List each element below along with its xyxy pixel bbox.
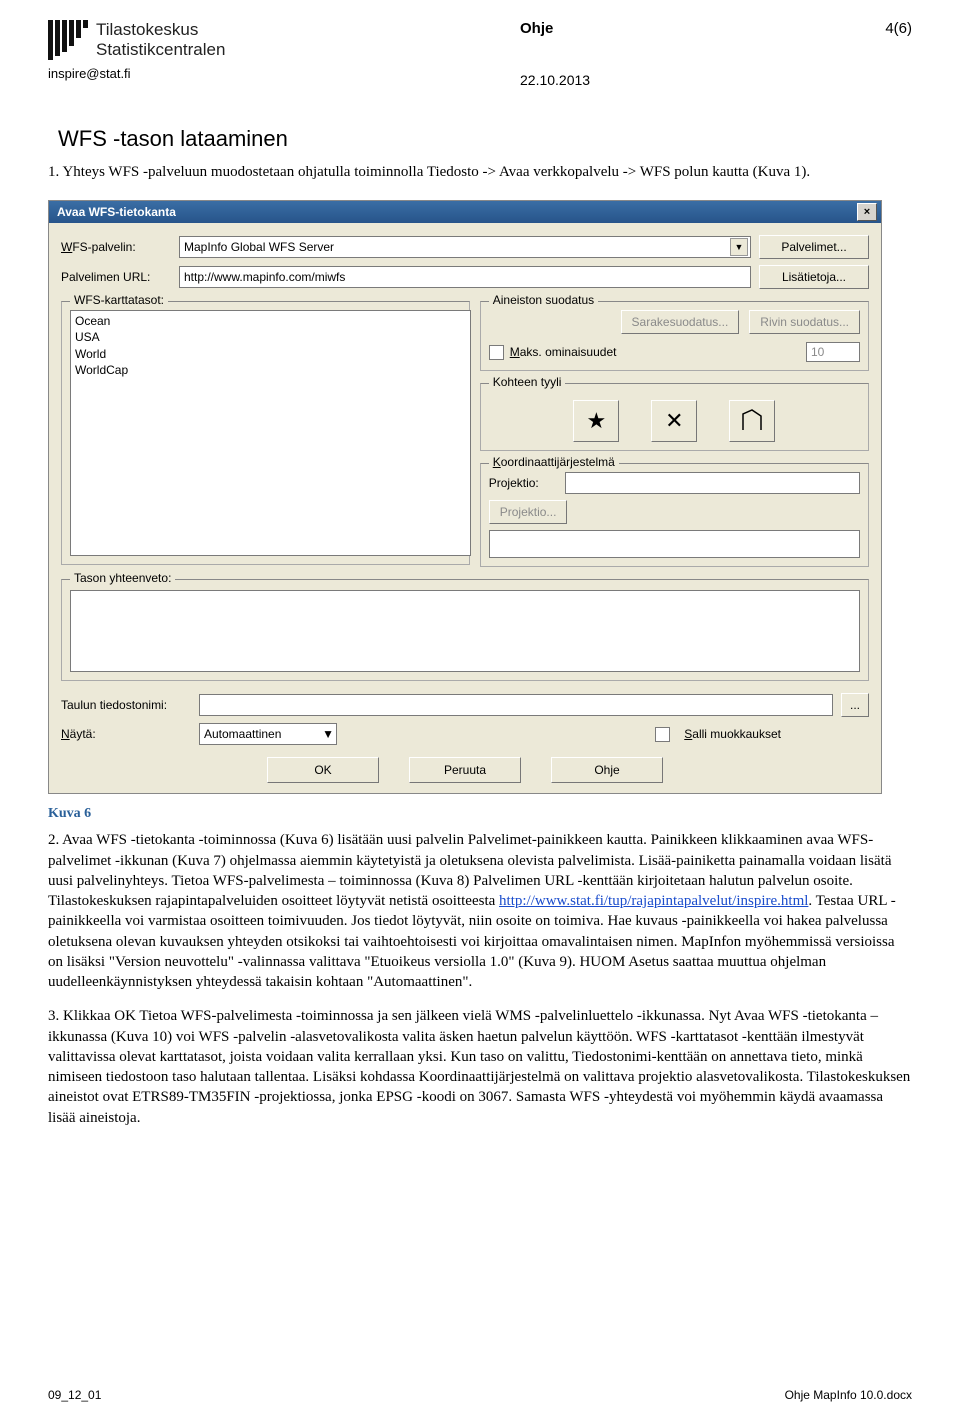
list-item[interactable]: Ocean	[75, 313, 466, 329]
filter-legend: Aineiston suodatus	[489, 293, 598, 307]
server-combo[interactable]: MapInfo Global WFS Server ▼	[179, 236, 751, 258]
polygon-icon	[739, 408, 765, 434]
projection-readonly	[489, 530, 860, 558]
close-icon[interactable]: ×	[857, 203, 877, 221]
chevron-down-icon[interactable]: ▼	[322, 727, 334, 741]
wfs-dialog: Avaa WFS-tietokanta × WFS-palvelin: MapI…	[48, 200, 882, 794]
row-filter-button[interactable]: Rivin suodatus...	[749, 310, 860, 334]
style-legend: Kohteen tyyli	[489, 375, 566, 389]
label-table-file: Taulun tiedostonimi:	[61, 698, 191, 712]
list-item[interactable]: USA	[75, 329, 466, 345]
label-allow-edits: Salli muokkaukset	[684, 727, 781, 741]
label-url: Palvelimen URL:	[61, 270, 171, 284]
more-info-button[interactable]: Lisätietoja...	[759, 265, 869, 289]
coord-fieldset: Koordinaattijärjestelmä Projektio: Proje…	[480, 463, 869, 567]
logo: Tilastokeskus Statistikcentralen	[48, 20, 225, 60]
coord-legend: Koordinaattijärjestelmä	[489, 455, 619, 469]
layers-legend: WFS-karttatasot:	[70, 293, 168, 307]
line-style-button[interactable]: ✕	[651, 400, 697, 442]
paragraph-2: 2. Avaa WFS -tietokanta -toiminnossa (Ku…	[48, 830, 912, 992]
figure-caption: Kuva 6	[48, 806, 912, 822]
footer-right: Ohje MapInfo 10.0.docx	[785, 1388, 912, 1402]
layers-fieldset: WFS-karttatasot: Ocean USA World WorldCa…	[61, 301, 470, 565]
style-fieldset: Kohteen tyyli ★ ✕	[480, 383, 869, 451]
contact-email: inspire@stat.fi	[48, 66, 912, 81]
inspire-link[interactable]: http://www.stat.fi/tup/rajapintapalvelut…	[499, 893, 808, 909]
column-filter-button[interactable]: Sarakesuodatus...	[621, 310, 740, 334]
paragraph-1: 1. Yhteys WFS -palveluun muodostetaan oh…	[48, 162, 912, 182]
list-item[interactable]: World	[75, 346, 466, 362]
logo-bars-icon	[48, 20, 88, 60]
logo-text-1: Tilastokeskus	[96, 20, 225, 40]
url-value: http://www.mapinfo.com/miwfs	[184, 270, 345, 284]
summary-area	[70, 590, 860, 672]
dialog-title: Avaa WFS-tietokanta	[57, 205, 857, 219]
chevron-down-icon[interactable]: ▼	[730, 238, 748, 256]
projection-field[interactable]	[565, 472, 860, 494]
label-max-props: Maks. ominaisuudet	[510, 345, 617, 359]
footer-left: 09_12_01	[48, 1388, 101, 1402]
label-server: WFS-palvelin:	[61, 240, 171, 254]
url-field[interactable]: http://www.mapinfo.com/miwfs	[179, 266, 751, 288]
cancel-button[interactable]: Peruuta	[409, 757, 521, 783]
doc-date: 22.10.2013	[520, 72, 590, 88]
servers-button[interactable]: Palvelimet...	[759, 235, 869, 259]
show-combo[interactable]: Automaattinen ▼	[199, 723, 337, 745]
label-projection: Projektio:	[489, 476, 557, 490]
ok-button[interactable]: OK	[267, 757, 379, 783]
filter-fieldset: Aineiston suodatus Sarakesuodatus... Riv…	[480, 301, 869, 371]
browse-button[interactable]: ...	[841, 693, 869, 717]
server-combo-value: MapInfo Global WFS Server	[184, 240, 334, 254]
dialog-titlebar[interactable]: Avaa WFS-tietokanta ×	[49, 201, 881, 223]
max-props-value[interactable]: 10	[806, 342, 860, 362]
logo-text-2: Statistikcentralen	[96, 40, 225, 60]
show-combo-value: Automaattinen	[204, 727, 281, 741]
help-button[interactable]: Ohje	[551, 757, 663, 783]
layers-listbox[interactable]: Ocean USA World WorldCap	[70, 310, 471, 556]
paragraph-3: 3. Klikkaa OK Tietoa WFS-palvelimesta -t…	[48, 1006, 912, 1128]
page-number: 4(6)	[885, 20, 912, 37]
max-props-checkbox[interactable]	[489, 345, 504, 360]
region-style-button[interactable]	[729, 400, 775, 442]
table-file-field[interactable]	[199, 694, 833, 716]
allow-edits-checkbox[interactable]	[655, 727, 670, 742]
summary-fieldset: Tason yhteenveto:	[61, 579, 869, 681]
projection-button[interactable]: Projektio...	[489, 500, 568, 524]
list-item[interactable]: WorldCap	[75, 362, 466, 378]
label-show: Näytä:	[61, 727, 191, 741]
summary-legend: Tason yhteenveto:	[70, 571, 175, 585]
section-title: WFS -tason lataaminen	[58, 126, 912, 152]
point-style-button[interactable]: ★	[573, 400, 619, 442]
doc-type: Ohje	[520, 20, 553, 37]
